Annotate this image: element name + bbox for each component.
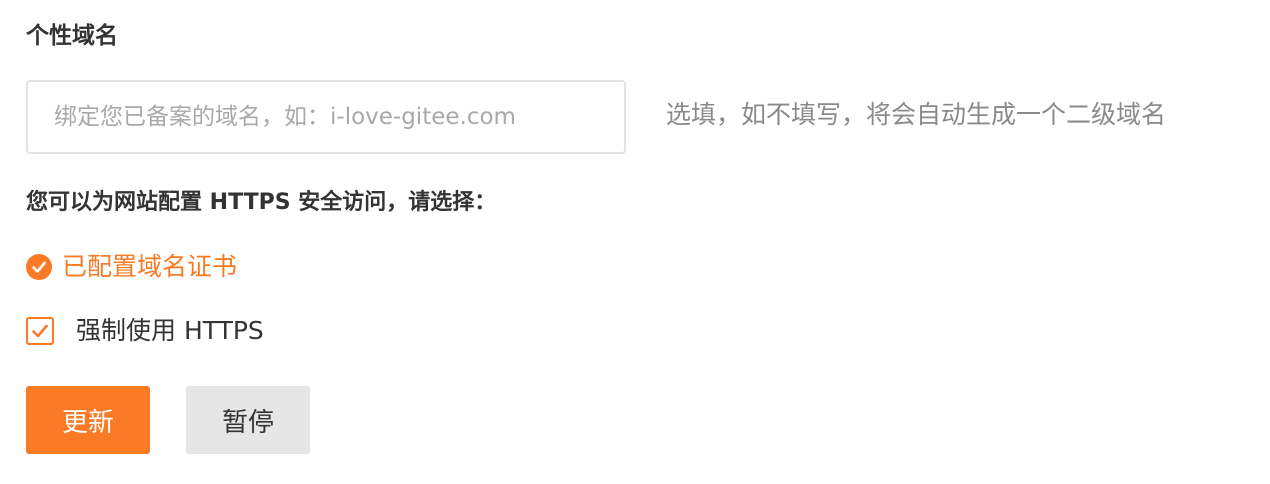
force-https-label: 强制使用 HTTPS bbox=[76, 316, 264, 345]
force-https-checkbox[interactable] bbox=[26, 317, 54, 345]
checkmark-icon bbox=[32, 324, 48, 338]
pause-button[interactable]: 暂停 bbox=[186, 386, 310, 454]
check-circle-icon bbox=[26, 254, 52, 280]
cert-status-label: 已配置域名证书 bbox=[62, 252, 238, 281]
https-prompt: 您可以为网站配置 HTTPS 安全访问，请选择： bbox=[26, 190, 497, 215]
cert-status: 已配置域名证书 bbox=[26, 250, 237, 284]
update-button[interactable]: 更新 bbox=[26, 386, 150, 454]
domain-input-hint: 选填，如不填写，将会自动生成一个二级域名 bbox=[666, 100, 1167, 129]
force-https-option[interactable]: 强制使用 HTTPS bbox=[26, 314, 264, 348]
custom-domain-panel: 个性域名 选填，如不填写，将会自动生成一个二级域名 您可以为网站配置 HTTPS… bbox=[0, 0, 1270, 484]
domain-input[interactable] bbox=[26, 80, 626, 154]
section-title: 个性域名 bbox=[26, 23, 118, 49]
